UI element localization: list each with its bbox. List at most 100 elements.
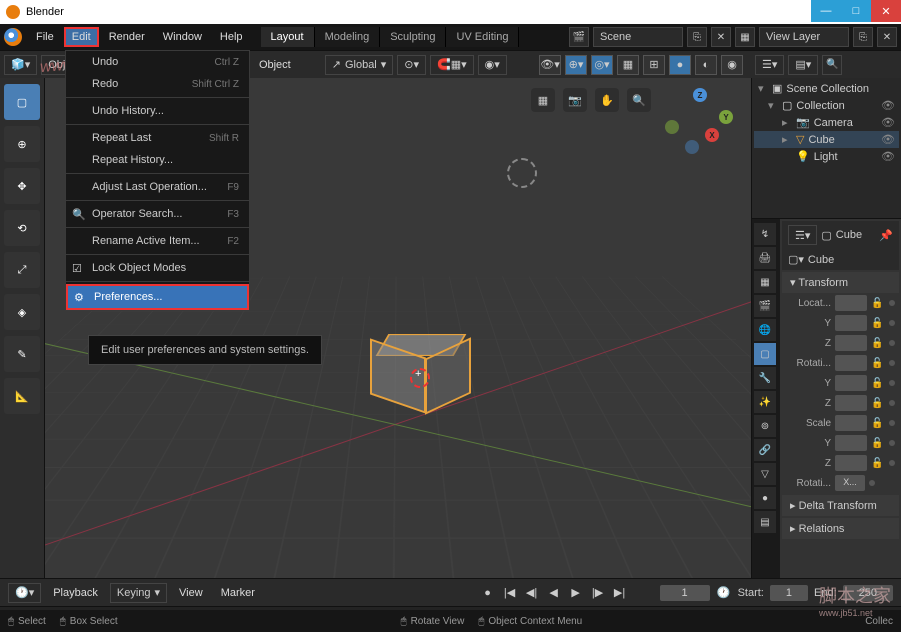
lock-icon[interactable]: 🔓 [871,398,885,409]
lock-icon[interactable]: 🔓 [871,298,885,309]
outliner-camera[interactable]: ▸📷 Camera 👁 [754,114,899,131]
menu-rename-item[interactable]: Rename Active Item...F2 [66,230,249,252]
menu-preferences[interactable]: ⚙Preferences... [68,286,247,308]
eye-icon[interactable]: 👁 [881,133,895,146]
editor-type-dropdown[interactable]: 🧊▾ [4,55,37,75]
transform-panel-header[interactable]: ▾ Transform [782,272,899,293]
timeline-keying[interactable]: Keying ▾ [110,583,167,603]
lock-icon[interactable]: 🔓 [871,418,885,429]
timeline-marker[interactable]: Marker [215,585,261,601]
menu-operator-search[interactable]: 🔍Operator Search...F3 [66,203,249,225]
outliner-display-dropdown[interactable]: ☰▾ [755,55,784,75]
loc-x-field[interactable] [835,295,867,311]
layer-delete-button[interactable]: ✕ [877,27,897,47]
rot-z-field[interactable] [835,395,867,411]
loc-y-field[interactable] [835,315,867,331]
menu-help[interactable]: Help [212,27,251,47]
tool-move[interactable]: ✥ [4,168,40,204]
menu-render[interactable]: Render [101,27,153,47]
jump-prev-button[interactable]: ◀| [524,585,540,601]
view-camera-icon[interactable]: ▦ [531,88,555,112]
outliner-filter-dropdown[interactable]: ▤▾ [788,55,818,75]
ptab-viewlayer[interactable]: ▦ [754,271,776,293]
menu-undo-history[interactable]: Undo History... [66,100,249,122]
pin-icon[interactable]: 📌 [879,229,893,242]
ptab-physics[interactable]: ⊚ [754,415,776,437]
ptab-texture[interactable]: ▤ [754,511,776,533]
scene-name-field[interactable]: Scene [593,27,683,47]
outliner-light[interactable]: 💡 Light 👁 [754,148,899,165]
minimize-button[interactable]: — [811,0,841,22]
shading-wireframe[interactable]: ⊞ [643,55,665,75]
jump-next-button[interactable]: |▶ [590,585,606,601]
jump-start-button[interactable]: |◀ [502,585,518,601]
shading-material[interactable]: ◐ [695,55,717,75]
ptab-modifiers[interactable]: 🔧 [754,367,776,389]
ptab-constraints[interactable]: 🔗 [754,439,776,461]
overlay-toggle[interactable]: ◎▾ [591,55,613,75]
menu-repeat-history[interactable]: Repeat History... [66,149,249,171]
close-button[interactable]: ✕ [871,0,901,22]
lock-icon[interactable]: 🔓 [871,358,885,369]
tool-measure[interactable]: 📐 [4,378,40,414]
view-camera2-icon[interactable]: 📷 [563,88,587,112]
shading-solid[interactable]: ● [669,55,691,75]
pivot-dropdown[interactable]: ⊙▾ [397,55,426,75]
timer-icon[interactable]: 🕐 [716,585,732,601]
rotation-mode-dropdown[interactable]: X... [835,475,865,491]
orientation-dropdown[interactable]: ↗ Global ▾ [325,55,394,75]
ptab-object[interactable]: ▢ [754,343,776,365]
scale-x-field[interactable] [835,415,867,431]
lock-icon[interactable]: 🔓 [871,338,885,349]
play-reverse-button[interactable]: ◀ [546,585,562,601]
menu-window[interactable]: Window [155,27,210,47]
visibility-dropdown[interactable]: 👁▾ [539,55,561,75]
menu-object[interactable]: Object [253,57,297,73]
tab-modeling[interactable]: Modeling [315,27,381,47]
search-icon[interactable]: 🔍 [822,55,842,75]
menu-adjust-last[interactable]: Adjust Last Operation...F9 [66,176,249,198]
layer-new-button[interactable]: ⎘ [853,27,873,47]
lock-icon[interactable]: 🔓 [871,378,885,389]
menu-lock-modes[interactable]: ☑Lock Object Modes [66,257,249,279]
snap-dropdown[interactable]: 🧲▦▾ [430,55,474,75]
ptab-material[interactable]: ● [754,487,776,509]
gizmo-neg-z[interactable] [685,140,699,154]
scale-y-field[interactable] [835,435,867,451]
jump-end-button[interactable]: ▶| [612,585,628,601]
menu-undo[interactable]: UndoCtrl Z [66,51,249,73]
scene-browse-icon[interactable]: 🎬 [569,27,589,47]
eye-icon[interactable]: 👁 [881,99,895,112]
menu-repeat-last[interactable]: Repeat LastShift R [66,127,249,149]
start-frame-field[interactable]: 1 [770,585,808,601]
lock-icon[interactable]: 🔓 [871,318,885,329]
maximize-button[interactable]: □ [841,0,871,22]
current-frame-field[interactable]: 1 [660,585,710,601]
timeline-editor-dropdown[interactable]: 🕐▾ [8,583,41,603]
view-zoom-icon[interactable]: 🔍 [627,88,651,112]
ptab-render[interactable]: ↯ [754,223,776,245]
navigation-gizmo[interactable]: Z Y X [665,88,735,158]
gizmo-neg-y[interactable] [665,120,679,134]
shading-rendered[interactable]: ◉ [721,55,743,75]
viewlayer-field[interactable]: View Layer [759,27,849,47]
props-editor-type[interactable]: ☴▾ [788,225,817,245]
layer-browse-icon[interactable]: ▦ [735,27,755,47]
ptab-output[interactable]: 🖨 [754,247,776,269]
tool-select-box[interactable]: ▢ [4,84,40,120]
tool-cursor[interactable]: ⊕ [4,126,40,162]
proportional-dropdown[interactable]: ◉▾ [478,55,507,75]
ptab-world[interactable]: 🌐 [754,319,776,341]
timeline-playback[interactable]: Playback [47,585,104,601]
tab-sculpting[interactable]: Sculpting [380,27,446,47]
gizmo-y-icon[interactable]: Y [719,110,733,124]
scale-z-field[interactable] [835,455,867,471]
autokey-toggle[interactable]: ● [480,585,496,601]
relations-panel-header[interactable]: ▸ Relations [782,518,899,539]
gizmo-toggle[interactable]: ⊕▾ [565,55,587,75]
menu-redo[interactable]: RedoShift Ctrl Z [66,73,249,95]
menu-edit[interactable]: Edit [64,27,99,47]
play-button[interactable]: ▶ [568,585,584,601]
lock-icon[interactable]: 🔓 [871,458,885,469]
xray-toggle[interactable]: ▦ [617,55,639,75]
